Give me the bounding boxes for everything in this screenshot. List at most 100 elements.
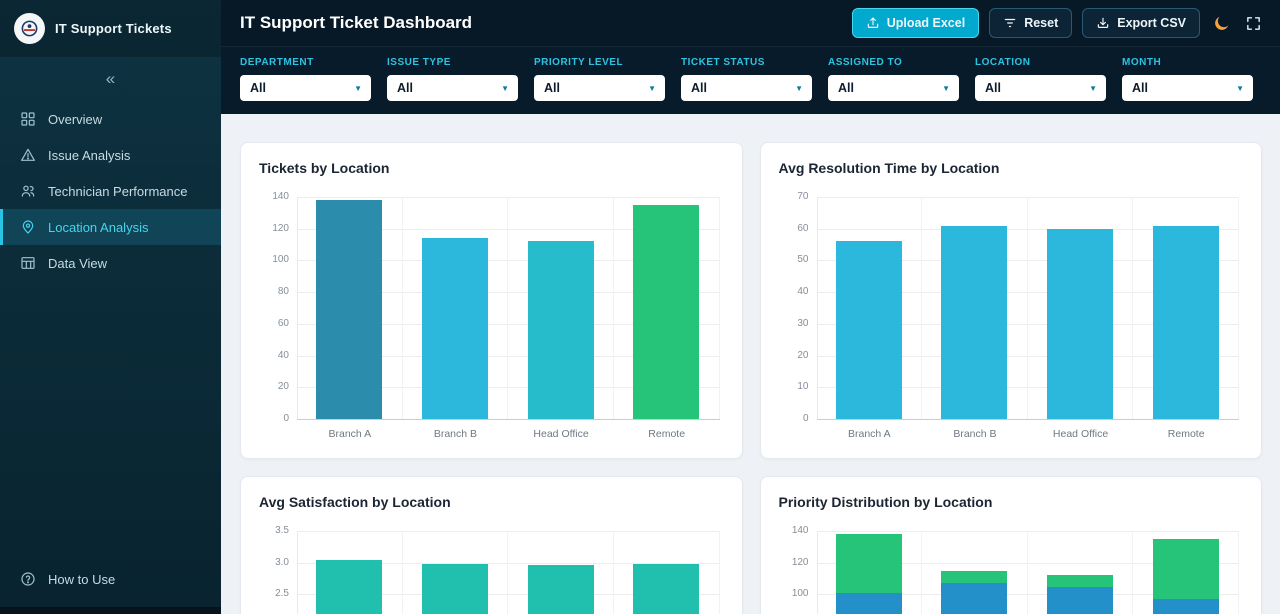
filter-month-label: MONTH <box>1122 57 1253 68</box>
y-tick-label: 20 <box>278 382 289 392</box>
chart-title: Avg Resolution Time by Location <box>779 160 1246 176</box>
month-filter-value: All <box>1132 81 1148 95</box>
y-tick-label: 40 <box>278 351 289 361</box>
card-avg-satisfaction: Avg Satisfaction by Location 0.00.51.01.… <box>240 476 743 614</box>
table-icon <box>20 255 36 271</box>
priority-level-filter-select[interactable]: All ▼ <box>534 75 665 101</box>
bar-slot <box>922 531 1028 614</box>
chevron-down-icon: ▼ <box>354 84 362 93</box>
app-logo <box>14 13 45 44</box>
ticket-status-filter-select[interactable]: All ▼ <box>681 75 812 101</box>
chevron-down-icon: ▼ <box>501 84 509 93</box>
bar-slot <box>817 531 923 614</box>
bar-slot <box>297 531 403 614</box>
bar-slot <box>1133 531 1239 614</box>
upload-excel-label: Upload Excel <box>887 16 966 30</box>
sidebar-item-issue-analysis[interactable]: Issue Analysis <box>0 137 221 173</box>
y-tick-label: 40 <box>797 287 808 297</box>
bar-slot <box>403 531 509 614</box>
issue-type-filter-select[interactable]: All ▼ <box>387 75 518 101</box>
upload-excel-button[interactable]: Upload Excel <box>852 8 980 38</box>
filter-location-label: LOCATION <box>975 57 1106 68</box>
chart-title: Tickets by Location <box>259 160 726 176</box>
bar <box>1153 226 1219 419</box>
bar <box>528 241 594 419</box>
bar-segment <box>1153 539 1219 599</box>
bar-slot <box>508 197 614 419</box>
moon-icon <box>1212 14 1231 33</box>
fullscreen-button[interactable] <box>1243 13 1264 34</box>
sidebar-item-data-view[interactable]: Data View <box>0 245 221 281</box>
ticket-status-filter-value: All <box>691 81 707 95</box>
y-tick-label: 3.0 <box>275 558 289 568</box>
chevron-down-icon: ▼ <box>942 84 950 93</box>
y-tick-label: 3.5 <box>275 526 289 536</box>
filter-icon <box>1003 16 1017 30</box>
question-icon <box>20 571 36 587</box>
sidebar: IT Support Tickets « Overview Issue Anal… <box>0 0 221 614</box>
theme-toggle-button[interactable] <box>1210 12 1233 35</box>
sidebar-item-label: Data View <box>48 256 107 271</box>
sidebar-item-label: Location Analysis <box>48 220 148 235</box>
sidebar-spacer <box>0 281 221 561</box>
sidebar-item-technician-performance[interactable]: Technician Performance <box>0 173 221 209</box>
filter-bar: DEPARTMENT All ▼ ISSUE TYPE All ▼ PRIORI… <box>221 46 1280 114</box>
y-tick-label: 0 <box>283 414 289 424</box>
sidebar-collapse-button[interactable]: « <box>106 70 115 87</box>
y-tick-label: 120 <box>792 558 809 568</box>
export-csv-button[interactable]: Export CSV <box>1082 8 1200 38</box>
filter-assigned-to: ASSIGNED TO All ▼ <box>828 57 959 101</box>
y-tick-label: 70 <box>797 192 808 202</box>
upload-icon <box>866 16 880 30</box>
app-brand: IT Support Tickets <box>0 0 221 58</box>
y-tick-label: 30 <box>797 319 808 329</box>
bar <box>941 571 1007 614</box>
bar-slot <box>403 197 509 419</box>
location-filter-value: All <box>985 81 1001 95</box>
y-tick-label: 2.5 <box>275 589 289 599</box>
page-title: IT Support Ticket Dashboard <box>240 13 472 33</box>
gridline <box>297 419 720 420</box>
bar-segment <box>836 593 902 614</box>
y-tick-label: 140 <box>792 526 809 536</box>
location-filter-select[interactable]: All ▼ <box>975 75 1106 101</box>
header-actions: Upload Excel Reset Export CSV <box>852 8 1264 38</box>
assigned-to-filter-value: All <box>838 81 854 95</box>
assigned-to-filter-select[interactable]: All ▼ <box>828 75 959 101</box>
bar <box>422 564 488 614</box>
x-category-label: Remote <box>614 428 720 440</box>
filter-location: LOCATION All ▼ <box>975 57 1106 101</box>
chevron-down-icon: ▼ <box>1089 84 1097 93</box>
tickets-by-location-chart: 020406080100120140Branch ABranch BHead O… <box>257 197 726 446</box>
reset-button[interactable]: Reset <box>989 8 1072 38</box>
bar <box>941 226 1007 419</box>
pin-icon <box>20 219 36 235</box>
x-category-label: Branch A <box>817 428 923 440</box>
sidebar-item-location-analysis[interactable]: Location Analysis <box>0 209 221 245</box>
bar-slot <box>1028 531 1134 614</box>
department-filter-select[interactable]: All ▼ <box>240 75 371 101</box>
y-tick-label: 80 <box>278 287 289 297</box>
bar-slot <box>922 197 1028 419</box>
bar-slot <box>508 531 614 614</box>
month-filter-select[interactable]: All ▼ <box>1122 75 1253 101</box>
bar-segment <box>836 534 902 593</box>
bar <box>1047 575 1113 614</box>
sidebar-collapse-row: « <box>0 58 221 91</box>
issue-type-filter-value: All <box>397 81 413 95</box>
y-tick-label: 140 <box>272 192 289 202</box>
chevron-down-icon: ▼ <box>795 84 803 93</box>
bar <box>422 238 488 419</box>
logo-mark-icon <box>20 19 39 38</box>
bar-slot <box>614 531 720 614</box>
sidebar-item-overview[interactable]: Overview <box>0 101 221 137</box>
sidebar-item-how-to-use[interactable]: How to Use <box>0 561 221 607</box>
priority-level-filter-value: All <box>544 81 560 95</box>
department-filter-value: All <box>250 81 266 95</box>
dashboard-content: Tickets by Location 020406080100120140Br… <box>221 114 1280 614</box>
sidebar-item-label: Technician Performance <box>48 184 187 199</box>
filter-month: MONTH All ▼ <box>1122 57 1253 101</box>
chart-title: Priority Distribution by Location <box>779 494 1246 510</box>
y-tick-label: 100 <box>272 255 289 265</box>
download-icon <box>1096 16 1110 30</box>
